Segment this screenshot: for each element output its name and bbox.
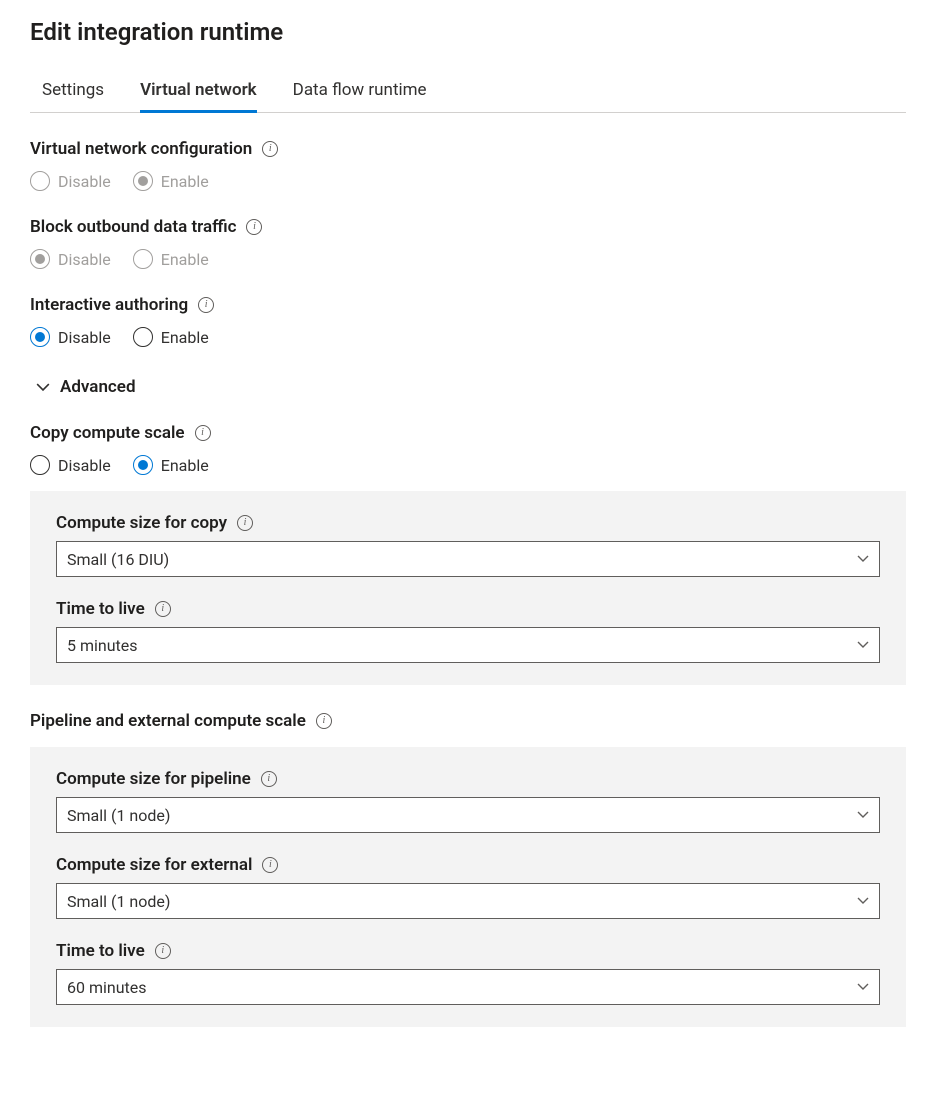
tab-settings[interactable]: Settings [42,70,104,113]
info-icon[interactable]: i [316,713,332,729]
pipeline-external-scale-label-text: Pipeline and external compute scale [30,711,306,731]
select-value: Small (1 node) [67,806,170,825]
info-icon[interactable]: i [195,425,211,441]
radio-label: Enable [161,328,209,347]
block-outbound-radio-group: Disable Enable [30,249,906,269]
compute-size-copy-label-text: Compute size for copy [56,513,227,533]
radio-label: Enable [161,250,209,269]
compute-size-copy-select[interactable]: Small (16 DIU) [56,541,880,577]
info-icon[interactable]: i [246,219,262,235]
chevron-down-icon [857,550,869,569]
block-outbound-label: Block outbound data traffic i [30,217,906,237]
interactive-authoring-disable-radio[interactable]: Disable [30,327,111,347]
compute-size-external-label: Compute size for external i [56,855,880,875]
copy-compute-panel: Compute size for copy i Small (16 DIU) T… [30,491,906,685]
select-value: 5 minutes [67,636,138,655]
copy-ttl-label: Time to live i [56,599,880,619]
radio-label: Disable [58,328,111,347]
block-outbound-disable-radio: Disable [30,249,111,269]
copy-ttl-label-text: Time to live [56,599,145,619]
select-value: Small (1 node) [67,892,170,911]
chevron-down-icon [857,892,869,911]
vnet-config-disable-radio: Disable [30,171,111,191]
info-icon[interactable]: i [155,601,171,617]
radio-label: Disable [58,172,111,191]
pipeline-external-scale-label: Pipeline and external compute scale i [30,711,906,731]
tab-bar: Settings Virtual network Data flow runti… [30,70,906,113]
vnet-config-enable-radio: Enable [133,171,209,191]
compute-size-copy-label: Compute size for copy i [56,513,880,533]
radio-circle-icon [30,455,50,475]
info-icon[interactable]: i [262,857,278,873]
vnet-config-radio-group: Disable Enable [30,171,906,191]
info-icon[interactable]: i [261,771,277,787]
radio-label: Disable [58,456,111,475]
compute-size-external-select[interactable]: Small (1 node) [56,883,880,919]
radio-circle-icon [30,327,50,347]
page-title: Edit integration runtime [30,18,906,46]
block-outbound-label-text: Block outbound data traffic [30,217,236,237]
radio-label: Enable [161,172,209,191]
copy-compute-scale-label: Copy compute scale i [30,423,906,443]
interactive-authoring-label-text: Interactive authoring [30,295,188,315]
advanced-label: Advanced [60,377,136,397]
block-outbound-enable-radio: Enable [133,249,209,269]
info-icon[interactable]: i [155,943,171,959]
copy-compute-scale-label-text: Copy compute scale [30,423,185,443]
vnet-config-label-text: Virtual network configuration [30,139,252,159]
radio-circle-icon [133,249,153,269]
compute-size-pipeline-select[interactable]: Small (1 node) [56,797,880,833]
copy-ttl-select[interactable]: 5 minutes [56,627,880,663]
info-icon[interactable]: i [198,297,214,313]
chevron-down-icon [857,636,869,655]
interactive-authoring-label: Interactive authoring i [30,295,906,315]
pipeline-external-panel: Compute size for pipeline i Small (1 nod… [30,747,906,1027]
radio-circle-icon [133,455,153,475]
info-icon[interactable]: i [262,141,278,157]
radio-circle-icon [30,249,50,269]
copy-compute-scale-disable-radio[interactable]: Disable [30,455,111,475]
compute-size-external-label-text: Compute size for external [56,855,252,875]
radio-label: Enable [161,456,209,475]
compute-size-pipeline-label-text: Compute size for pipeline [56,769,251,789]
compute-size-pipeline-label: Compute size for pipeline i [56,769,880,789]
select-value: Small (16 DIU) [67,550,169,569]
tab-virtual-network[interactable]: Virtual network [140,70,257,113]
tab-data-flow-runtime[interactable]: Data flow runtime [293,70,427,113]
radio-circle-icon [30,171,50,191]
chevron-down-icon [36,380,50,394]
interactive-authoring-radio-group: Disable Enable [30,327,906,347]
pipeline-ttl-label: Time to live i [56,941,880,961]
radio-circle-icon [133,171,153,191]
copy-compute-scale-radio-group: Disable Enable [30,455,906,475]
chevron-down-icon [857,978,869,997]
chevron-down-icon [857,806,869,825]
select-value: 60 minutes [67,978,147,997]
vnet-config-label: Virtual network configuration i [30,139,906,159]
pipeline-ttl-label-text: Time to live [56,941,145,961]
interactive-authoring-enable-radio[interactable]: Enable [133,327,209,347]
copy-compute-scale-enable-radio[interactable]: Enable [133,455,209,475]
radio-label: Disable [58,250,111,269]
pipeline-ttl-select[interactable]: 60 minutes [56,969,880,1005]
advanced-toggle[interactable]: Advanced [36,377,906,397]
info-icon[interactable]: i [237,515,253,531]
radio-circle-icon [133,327,153,347]
